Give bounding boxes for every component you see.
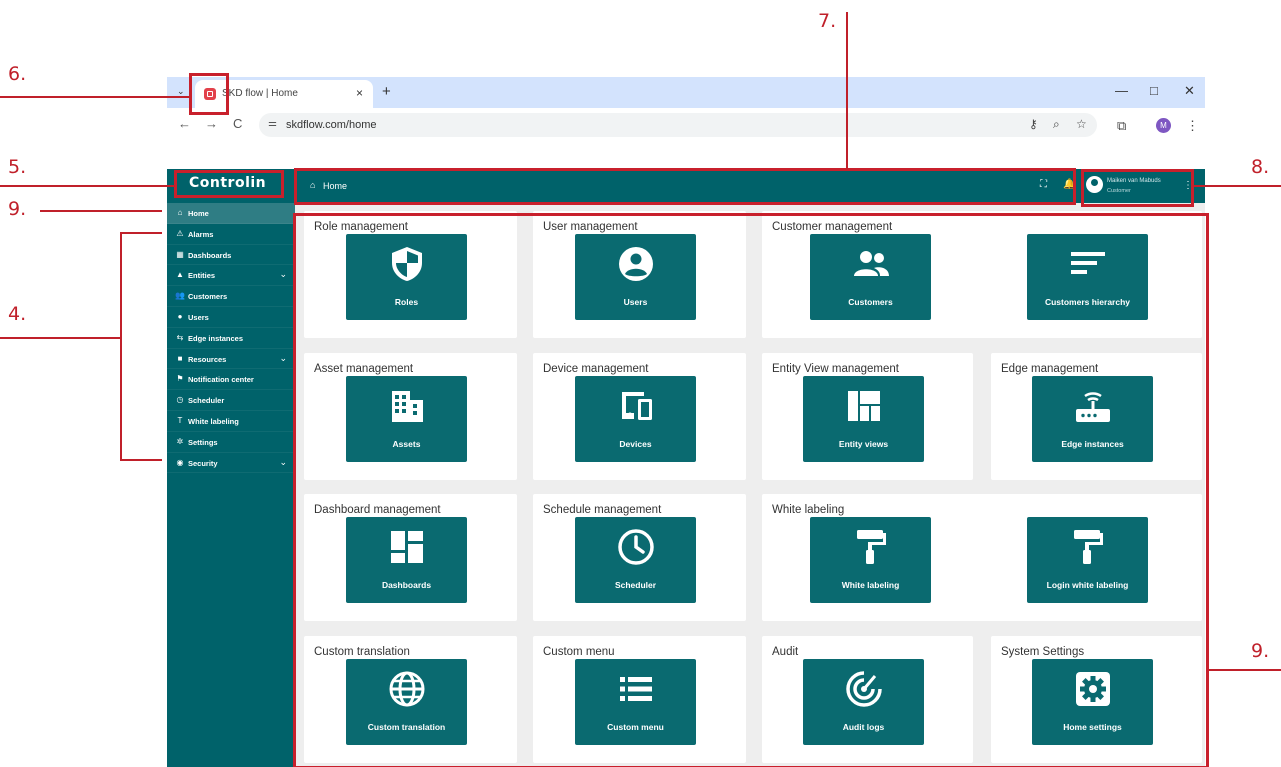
customers-icon: 👥 bbox=[175, 291, 185, 301]
sidebar-menu: ⌂ Home ⚠ Alarms ▦ Dashboards ▲ Entities ⌄ 👥 Custom… bbox=[167, 203, 295, 474]
sidebar-item-settings[interactable]: ✲ Settings bbox=[167, 432, 295, 453]
callout-line-6 bbox=[0, 96, 190, 98]
sidebar-item-home[interactable]: ⌂ Home bbox=[167, 203, 295, 224]
close-window-button[interactable]: ✕ bbox=[1184, 83, 1195, 99]
sidebar-item-label: Customers bbox=[188, 292, 228, 302]
callout-line-4 bbox=[0, 337, 120, 339]
sidebar-item-label: Scheduler bbox=[188, 396, 225, 406]
zoom-icon[interactable]: ⌕ bbox=[1053, 117, 1060, 132]
browser-menu-icon[interactable]: ⋮ bbox=[1186, 118, 1199, 134]
sidebar-item-label: Resources bbox=[188, 354, 227, 364]
annotated-screenshot: ⌄ SKD flow | Home × + — □ ✕ ← → C ⚌ skdf… bbox=[0, 0, 1281, 767]
sidebar-item-label: Alarms bbox=[188, 229, 214, 239]
sidebar-item-scheduler[interactable]: ◷ Scheduler bbox=[167, 390, 295, 411]
tab-title: SKD flow | Home bbox=[222, 88, 298, 99]
address-bar[interactable]: ⚌ skdflow.com/home ⚷ ⌕ ☆ bbox=[259, 113, 1097, 137]
chevron-down-icon[interactable]: ⌄ bbox=[279, 353, 287, 364]
extensions-icon[interactable]: ⧉ bbox=[1117, 118, 1126, 134]
back-button[interactable]: ← bbox=[178, 116, 191, 131]
sidebar-item-users[interactable]: ● Users bbox=[167, 307, 295, 328]
alarms-icon: ⚠ bbox=[176, 228, 184, 238]
callout-number-5: 5. bbox=[8, 156, 27, 178]
callout-box-9 bbox=[293, 213, 1209, 767]
profile-avatar[interactable]: M bbox=[1156, 118, 1171, 133]
callout-bracket-4-bottom bbox=[120, 459, 162, 461]
callout-bracket-4 bbox=[120, 232, 122, 460]
callout-bracket-4-top bbox=[120, 232, 162, 234]
callout-line-9-right bbox=[1209, 669, 1281, 671]
chevron-down-icon[interactable]: ⌄ bbox=[279, 457, 287, 468]
bookmark-star-icon[interactable]: ☆ bbox=[1076, 117, 1087, 131]
scheduler-icon: ◷ bbox=[176, 395, 184, 405]
sidebar-item-security[interactable]: ◉ Security ⌄ bbox=[167, 453, 295, 474]
edge-instances-icon: ⇆ bbox=[176, 332, 184, 342]
sidebar-item-label: Edge instances bbox=[188, 333, 244, 343]
security-icon: ◉ bbox=[176, 457, 184, 467]
sidebar-item-edge-instances[interactable]: ⇆ Edge instances bbox=[167, 328, 295, 349]
users-icon: ● bbox=[177, 311, 183, 321]
white-labeling-icon: T bbox=[177, 415, 183, 425]
new-tab-button[interactable]: + bbox=[382, 83, 391, 100]
sidebar-item-entities[interactable]: ▲ Entities ⌄ bbox=[167, 265, 295, 287]
minimize-button[interactable]: — bbox=[1115, 83, 1128, 98]
callout-number-4: 4. bbox=[8, 303, 27, 325]
tab-bar: ⌄ SKD flow | Home × + — □ ✕ bbox=[167, 77, 1205, 108]
browser-toolbar: ← → C ⚌ skdflow.com/home ⚷ ⌕ ☆ ⧉ M ⋮ bbox=[167, 108, 1205, 141]
sidebar-item-label: White labeling bbox=[188, 416, 239, 426]
callout-number-6: 6. bbox=[8, 63, 27, 85]
callout-line-9-left bbox=[40, 210, 162, 212]
sidebar-item-label: Settings bbox=[188, 437, 218, 447]
password-key-icon[interactable]: ⚷ bbox=[1029, 117, 1038, 131]
callout-number-8: 8. bbox=[1251, 156, 1270, 178]
sidebar-item-notification-center[interactable]: ⚑ Notification center bbox=[167, 369, 295, 391]
sidebar-item-label: Home bbox=[188, 209, 209, 218]
notification-center-icon: ⚑ bbox=[176, 374, 184, 384]
callout-box-6 bbox=[189, 73, 229, 115]
sidebar-item-resources[interactable]: ■ Resources ⌄ bbox=[167, 349, 295, 370]
chevron-down-icon[interactable]: ⌄ bbox=[279, 269, 287, 280]
entities-icon: ▲ bbox=[176, 270, 184, 280]
sidebar: Controlin ⌂ Home ⚠ Alarms ▦ Dashboards ▲ Entiti… bbox=[167, 169, 295, 767]
maximize-button[interactable]: □ bbox=[1150, 83, 1158, 98]
callout-line-7 bbox=[846, 12, 848, 169]
sidebar-item-white-labeling[interactable]: T White labeling bbox=[167, 411, 295, 432]
callout-line-5 bbox=[0, 185, 175, 187]
reload-button[interactable]: C bbox=[233, 116, 242, 131]
bookmarks-bar bbox=[167, 141, 1205, 169]
callout-box-5 bbox=[174, 170, 284, 198]
sidebar-item-customers[interactable]: 👥 Customers bbox=[167, 286, 295, 307]
callout-box-8 bbox=[1081, 169, 1194, 207]
url-text: skdflow.com/home bbox=[286, 119, 377, 131]
dashboards-icon: ▦ bbox=[176, 249, 184, 259]
tab-close-icon[interactable]: × bbox=[356, 86, 363, 100]
callout-number-7: 7. bbox=[818, 10, 837, 32]
sidebar-item-alarms[interactable]: ⚠ Alarms bbox=[167, 224, 295, 245]
sidebar-item-label: Notification center bbox=[188, 375, 254, 385]
forward-button[interactable]: → bbox=[205, 116, 218, 131]
callout-number-9-left: 9. bbox=[8, 198, 27, 220]
resources-icon: ■ bbox=[177, 353, 183, 363]
callout-number-9-right: 9. bbox=[1251, 640, 1270, 662]
sidebar-item-label: Users bbox=[188, 312, 209, 322]
callout-line-8 bbox=[1194, 185, 1281, 187]
sidebar-item-dashboards[interactable]: ▦ Dashboards bbox=[167, 245, 295, 266]
callout-box-7 bbox=[294, 168, 1076, 205]
sidebar-item-label: Dashboards bbox=[188, 250, 232, 260]
settings-icon: ✲ bbox=[176, 436, 184, 446]
site-settings-icon[interactable]: ⚌ bbox=[268, 118, 277, 129]
home-icon: ⌂ bbox=[177, 208, 183, 217]
sidebar-item-label: Security bbox=[188, 458, 218, 468]
sidebar-item-label: Entities bbox=[188, 271, 216, 281]
